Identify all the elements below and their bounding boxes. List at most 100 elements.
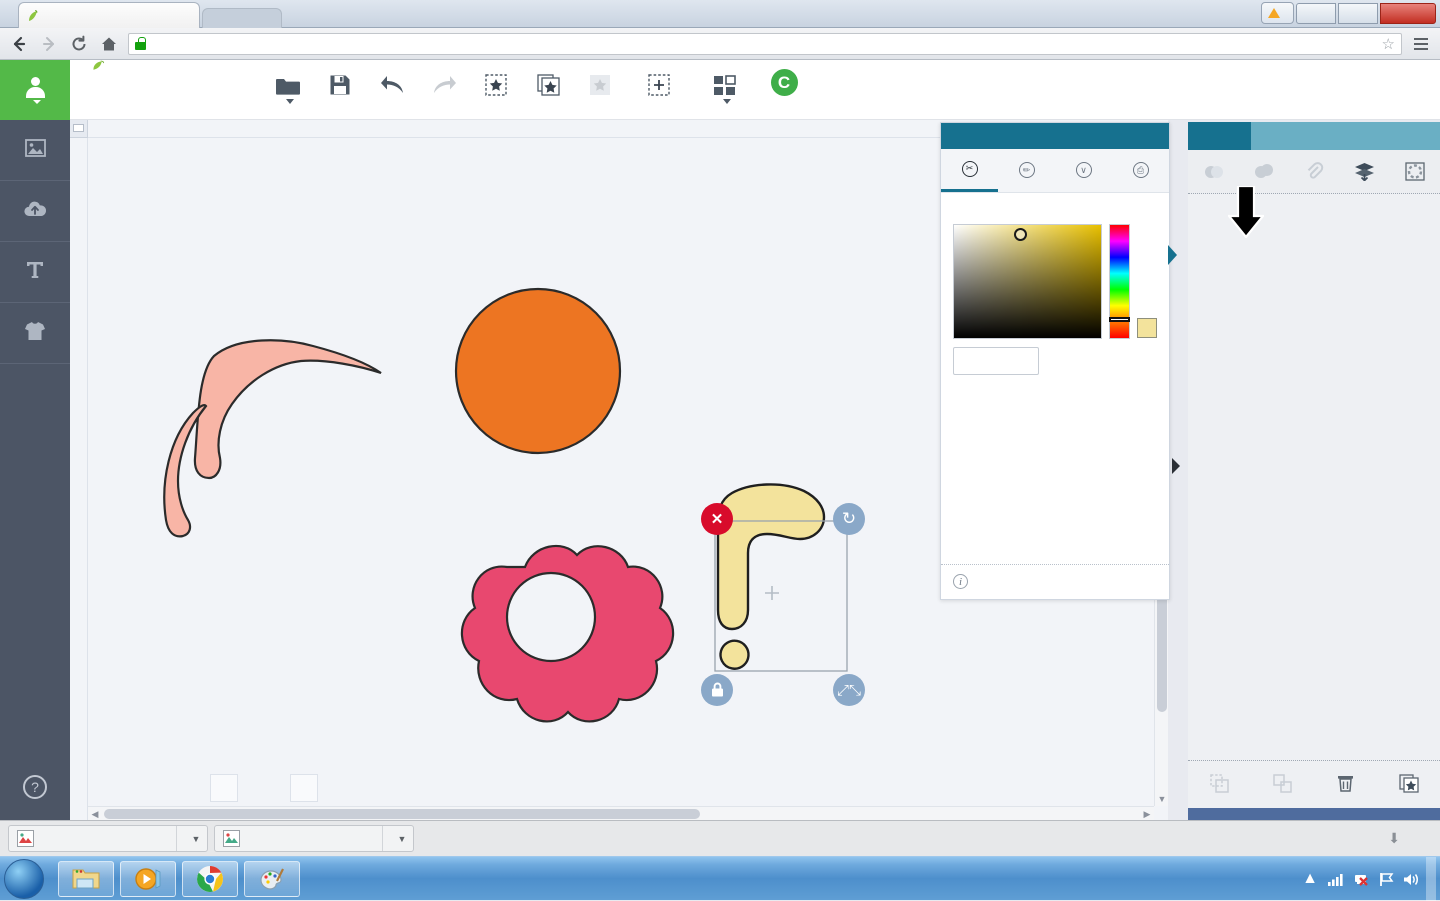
file-menu-button[interactable] — [262, 66, 314, 104]
save-button[interactable] — [314, 66, 366, 104]
taskbar-chrome[interactable] — [182, 861, 238, 897]
circle-shape[interactable] — [454, 287, 622, 455]
sprout-icon — [93, 60, 105, 70]
download-menu-caret-icon[interactable]: ▼ — [185, 834, 207, 844]
contour-icon — [1405, 161, 1425, 181]
image-file-icon — [223, 830, 240, 847]
user-menu[interactable] — [0, 60, 70, 120]
select-all-button[interactable] — [626, 66, 692, 104]
flatten-button[interactable] — [1339, 150, 1389, 193]
you-button[interactable] — [1261, 2, 1294, 24]
sidebar-item-insert-images[interactable] — [0, 120, 70, 181]
minimize-button[interactable] — [1296, 2, 1336, 24]
redo-arrow-icon — [432, 72, 457, 96]
tab-close-icon[interactable] — [179, 9, 193, 23]
zoom-in-button[interactable] — [290, 774, 318, 802]
download-item[interactable]: ▼ — [214, 825, 414, 852]
horizontal-scroll-thumb[interactable] — [104, 809, 700, 819]
tab-print[interactable]: ⎙ — [1112, 149, 1169, 192]
delete-handle[interactable]: ✕ — [701, 503, 733, 535]
saturation-value-picker[interactable] — [953, 224, 1102, 339]
duplicate-button[interactable] — [1377, 761, 1440, 807]
scroll-right-arrow[interactable]: ▶ — [1140, 807, 1154, 821]
back-icon[interactable] — [8, 33, 30, 55]
taskbar-file-explorer[interactable] — [58, 861, 114, 897]
image-icon — [24, 137, 46, 159]
layer-group-list[interactable] — [1188, 194, 1440, 760]
ungroup-button[interactable] — [1251, 761, 1314, 807]
go-button[interactable]: C — [758, 66, 810, 104]
bookmark-star-icon[interactable]: ☆ — [1382, 35, 1395, 53]
scroll-down-arrow[interactable]: ▼ — [1155, 792, 1169, 806]
tab-canvas[interactable] — [1377, 122, 1440, 150]
new-tab-area[interactable] — [202, 8, 282, 28]
undo-button[interactable] — [366, 66, 418, 104]
delete-button[interactable] — [1314, 761, 1377, 807]
zoom-out-button[interactable] — [210, 774, 238, 802]
layers-panel-collapse-arrow[interactable] — [1172, 458, 1180, 474]
chevron-down-icon — [32, 99, 41, 104]
rotate-handle[interactable]: ↻ — [833, 503, 865, 535]
media-player-icon — [135, 868, 161, 890]
windows-start-orb[interactable] — [4, 859, 44, 899]
tab-edit[interactable] — [1251, 122, 1314, 150]
redo-button[interactable] — [418, 66, 470, 104]
paste-button[interactable] — [574, 66, 626, 104]
contour-button[interactable] — [1390, 150, 1440, 193]
show-hidden-icons-arrow[interactable]: ▲ — [1302, 870, 1318, 888]
sidebar-item-add-text[interactable] — [0, 242, 70, 303]
score-icon: ∨ — [1075, 162, 1092, 178]
download-item[interactable]: ▼ — [8, 825, 208, 852]
crescent-shape-top[interactable] — [193, 339, 382, 480]
copy-button[interactable] — [522, 66, 574, 104]
layers-footer-bar — [1188, 808, 1440, 820]
reload-icon[interactable] — [68, 33, 90, 55]
line-type-panel-collapse-arrow[interactable] — [1168, 245, 1177, 265]
sv-knob[interactable] — [1014, 228, 1027, 241]
selected-curve-shape[interactable] — [716, 483, 826, 670]
line-type-tabs: ✂ ✏ ∨ ⎙ — [941, 149, 1169, 193]
pen-icon: ✏ — [1018, 162, 1035, 178]
file-explorer-icon — [72, 869, 100, 889]
close-window-button[interactable] — [1380, 2, 1436, 24]
window-title-bar — [0, 0, 1440, 28]
tab-write[interactable]: ✏ — [998, 149, 1055, 192]
lock-aspect-handle[interactable] — [701, 674, 733, 706]
group-button[interactable] — [1188, 761, 1251, 807]
volume-speaker-icon[interactable] — [1403, 872, 1419, 887]
forward-icon[interactable] — [38, 33, 60, 55]
sidebar-item-upload-images[interactable] — [0, 181, 70, 242]
download-menu-caret-icon[interactable]: ▼ — [391, 834, 413, 844]
ruler-corner[interactable] — [70, 120, 88, 138]
hex-color-input[interactable] — [953, 347, 1039, 375]
hue-knob[interactable] — [1109, 317, 1130, 322]
tab-layers[interactable] — [1188, 122, 1251, 150]
sidebar-item-set-canvas[interactable] — [0, 303, 70, 364]
taskbar-paint[interactable] — [244, 861, 300, 897]
resize-handle[interactable]: ⤢⤡ — [833, 674, 865, 706]
scroll-left-arrow[interactable]: ◀ — [88, 807, 102, 821]
home-icon[interactable] — [98, 33, 120, 55]
tab-sync[interactable] — [1314, 122, 1377, 150]
current-color-chip — [1137, 318, 1157, 338]
tab-score[interactable]: ∨ — [1055, 149, 1112, 192]
tab-cut[interactable]: ✂ — [941, 149, 998, 192]
system-tray: ▲ — [1302, 857, 1436, 901]
canvas-horizontal-scrollbar[interactable]: ◀ ▶ — [88, 806, 1154, 820]
taskbar-media-player[interactable] — [120, 861, 176, 897]
flag-action-center-icon[interactable] — [1379, 872, 1394, 887]
show-desktop-button[interactable] — [1426, 857, 1436, 901]
browser-tab[interactable] — [18, 2, 200, 28]
network-error-icon[interactable] — [1353, 872, 1370, 887]
cut-button[interactable] — [470, 66, 522, 104]
attach-button[interactable] — [1289, 150, 1339, 193]
chrome-menu-icon[interactable] — [1410, 33, 1432, 55]
sidebar-item-help[interactable]: ? — [0, 775, 70, 802]
group-icon — [1210, 774, 1229, 793]
arrange-button[interactable] — [692, 66, 758, 104]
network-signal-icon[interactable] — [1327, 872, 1344, 887]
flower-shape[interactable] — [460, 545, 675, 723]
address-bar[interactable]: ☆ — [128, 32, 1402, 55]
hue-slider[interactable] — [1109, 224, 1130, 339]
maximize-button[interactable] — [1338, 2, 1378, 24]
